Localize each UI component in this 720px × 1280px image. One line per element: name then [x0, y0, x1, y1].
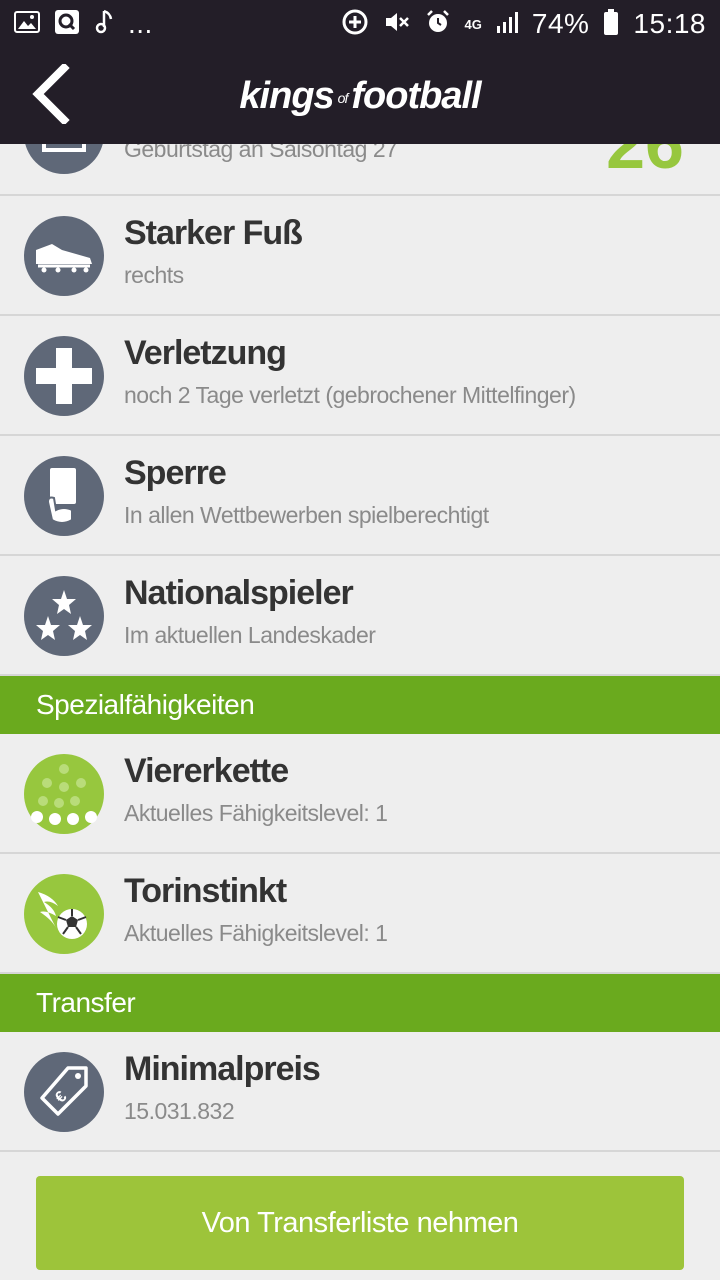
signal-icon [496, 10, 518, 39]
skill-back-four-level: Aktuelles Fähigkeitslevel: 1 [124, 800, 388, 826]
alarm-icon [425, 9, 451, 40]
remove-from-transfer-list-button[interactable]: Von Transferliste nehmen [36, 1176, 684, 1270]
strong-foot-value: rechts [124, 262, 184, 288]
list-item-strong-foot: Starker Fuß rechts [0, 196, 720, 316]
national-player-value: Im aktuellen Landeskader [124, 622, 376, 648]
bottom-action-bar: Von Transferliste nehmen [0, 1166, 720, 1280]
skill-goal-instinct-level: Aktuelles Fähigkeitslevel: 1 [124, 920, 388, 946]
ban-value: In allen Wettbewerben spielberechtigt [124, 502, 489, 528]
national-player-title: Nationalspieler [124, 574, 354, 612]
list-item-injury: Verletzung noch 2 Tage verletzt (gebroch… [0, 316, 720, 436]
add-circle-icon [341, 8, 369, 41]
stars-icon [24, 576, 104, 656]
skill-goal-instinct-title: Torinstinkt [124, 872, 287, 910]
football-boot-icon [24, 216, 104, 296]
injury-title: Verletzung [124, 334, 287, 372]
app-header: kings of football [0, 48, 720, 144]
player-details-list[interactable]: Geburtstag an Saisontag 27 26 Starker Fu… [0, 144, 720, 1152]
battery-icon [603, 8, 619, 41]
min-price-title: Minimalpreis [124, 1050, 321, 1088]
birthday-subtitle: Geburtstag an Saisontag 27 [124, 144, 398, 162]
q-app-icon [54, 9, 80, 40]
calendar-icon [24, 144, 104, 174]
list-item-birthday: Geburtstag an Saisontag 27 26 [0, 144, 720, 196]
back-four-formation-icon [24, 754, 104, 834]
age-number: 26 [606, 144, 684, 183]
list-item-min-price: € Minimalpreis 15.031.832 [0, 1032, 720, 1152]
status-bar: ... 4G 74% 15:18 [0, 0, 720, 48]
min-price-value: 15.031.832 [124, 1098, 235, 1124]
image-icon [14, 10, 40, 38]
logo-kings: kings [239, 75, 334, 117]
section-header-transfer: Transfer [0, 974, 720, 1032]
app-logo: kings of football [0, 74, 720, 120]
list-item-skill-goal-instinct[interactable]: Torinstinkt Aktuelles Fähigkeitslevel: 1 [0, 854, 720, 974]
flaming-ball-icon [24, 874, 104, 954]
skill-back-four-title: Viererkette [124, 752, 289, 790]
list-item-national-player: Nationalspieler Im aktuellen Landeskader [0, 556, 720, 676]
music-note-icon [94, 9, 114, 40]
clock: 15:18 [633, 8, 706, 39]
battery-percent: 74% [531, 8, 590, 39]
list-item-skill-back-four[interactable]: Viererkette Aktuelles Fähigkeitslevel: 1 [0, 734, 720, 854]
section-header-special-skills: Spezialfähigkeiten [0, 676, 720, 734]
logo-of: of [337, 89, 349, 106]
list-item-ban: Sperre In allen Wettbewerben spielberech… [0, 436, 720, 556]
price-tag-icon: € [24, 1052, 104, 1132]
referee-card-icon [24, 456, 104, 536]
network-type-label: 4G [464, 16, 482, 32]
logo-football: football [351, 75, 481, 117]
more-dots-icon: ... [128, 8, 153, 39]
injury-value: noch 2 Tage verletzt (gebrochener Mittel… [124, 382, 576, 408]
medical-cross-icon [24, 336, 104, 416]
mute-icon [383, 9, 411, 40]
status-bar-left: ... [14, 8, 153, 40]
strong-foot-title: Starker Fuß [124, 214, 303, 252]
ban-title: Sperre [124, 454, 227, 492]
status-bar-right: 4G 74% 15:18 [341, 8, 706, 41]
